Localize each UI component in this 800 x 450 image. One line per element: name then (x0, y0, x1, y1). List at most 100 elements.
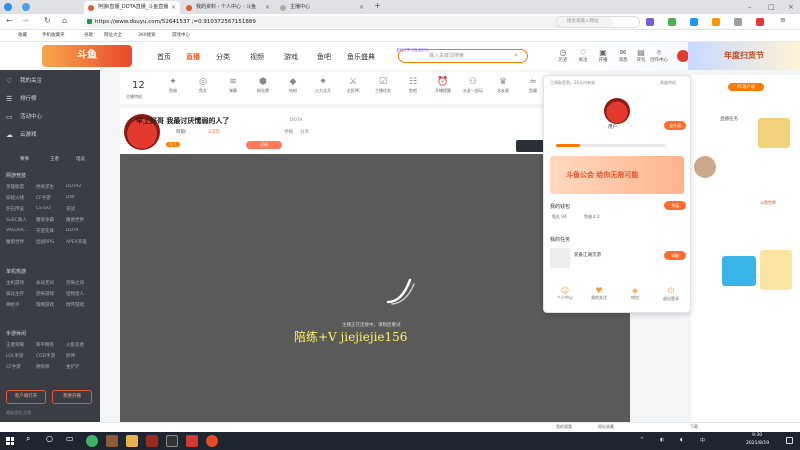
home-icon[interactable]: ⌂ (62, 16, 67, 25)
tab-streamer-center[interactable]: 主播中心 × (276, 1, 368, 14)
forward-icon[interactable]: → (22, 16, 29, 25)
reload-icon[interactable]: ↻ (44, 16, 51, 25)
notification-icon[interactable] (786, 437, 793, 444)
status-bookmark-link[interactable]: 网址收藏 (598, 424, 614, 430)
close-window-icon[interactable]: × (788, 0, 794, 14)
taskbar-app-game-icon[interactable] (106, 435, 118, 447)
sidebar-category-link[interactable]: 和平精英 (36, 342, 64, 348)
nav-home[interactable]: 首页 (157, 52, 171, 62)
sidebar-category-link[interactable]: 魔兽世界 (6, 239, 34, 245)
shortcut-esp[interactable]: 电竞 (76, 156, 85, 162)
search-icon[interactable]: ⌕ (26, 434, 30, 444)
sidebar-category-link[interactable]: 金铲铲 (66, 364, 94, 370)
nav-live[interactable]: 直播 (186, 52, 200, 62)
task-claim-button[interactable]: 领取 (664, 251, 686, 260)
rail-streamer-avatar[interactable] (694, 156, 716, 178)
douyu-logo[interactable]: 斗鱼 (42, 45, 132, 67)
rail-gift-icon[interactable] (760, 250, 792, 290)
tray-volume-icon[interactable]: ◖ (680, 437, 683, 443)
nav-fishbar[interactable]: 鱼吧 (317, 52, 331, 62)
sidebar-category-link[interactable]: 穿越火线 (6, 195, 34, 201)
browser-search-input[interactable]: 搜索或输入网址 (556, 16, 640, 28)
sidebar-category-link[interactable]: 怪物猎人 (66, 291, 94, 297)
sidebar-category-link[interactable]: CF手游 (6, 364, 34, 370)
sidebar-item-ranking[interactable]: ☰ 排行榜 (0, 90, 100, 108)
sidebar-category-link[interactable]: VALORA... (6, 228, 34, 233)
panel-avatar[interactable] (604, 98, 630, 124)
extension-icon[interactable] (646, 18, 654, 26)
sidebar-category-link[interactable]: 情怀游戏 (66, 302, 94, 308)
recharge-button[interactable]: 充值 (664, 201, 686, 210)
sidebar-category-link[interactable]: 骑兵生存 (6, 291, 34, 297)
task-view-icon[interactable]: ▭ (66, 434, 74, 443)
sidebar-category-link[interactable]: COD手游 (36, 353, 64, 359)
menu-icon[interactable]: ≡ (780, 16, 786, 24)
taskbar-app-douyu-icon[interactable] (206, 435, 218, 447)
sidebar-category-link[interactable]: 永劫无间 (36, 280, 64, 286)
close-tab-icon[interactable]: × (265, 1, 270, 14)
sidebar-item-cloudgame[interactable]: ☁ 云游戏 (0, 126, 100, 144)
tray-ime-icon[interactable]: 中 (700, 437, 705, 444)
sidebar-category-link[interactable]: 阴阳师 (36, 364, 64, 370)
streamer-name[interactable]: 阿狼i (176, 129, 186, 135)
report-link[interactable]: 举报 (284, 129, 293, 135)
taskbar-date[interactable]: 2021/8/19 (746, 441, 769, 446)
panel-action-wallet[interactable]: ◈ 钱包 (622, 286, 648, 301)
level-up-button[interactable]: 去升级 (664, 121, 686, 130)
sidebar-category-link[interactable]: CF手游 (36, 195, 64, 201)
bookmark-item[interactable]: 360搜索 (138, 32, 156, 40)
extension-icon[interactable] (690, 18, 698, 26)
sidebar-section-title[interactable]: 手游休闲 (6, 330, 26, 337)
cortana-icon[interactable]: ○ (46, 434, 53, 443)
privilege-item[interactable]: ⏰ 开播提醒 (430, 77, 456, 94)
rail-game-icon[interactable] (722, 256, 756, 286)
header-event-banner[interactable]: 年度扫货节 (688, 42, 800, 70)
rail-ad-label[interactable]: 斗鱼世界 (760, 200, 776, 206)
sidebar-category-link[interactable]: DNF (66, 195, 94, 200)
nav-games[interactable]: 游戏 (284, 52, 298, 62)
guild-promo-banner[interactable]: 斗鱼公会 给你无限可能 (550, 156, 684, 194)
start-live-button[interactable]: 我要开播 (52, 390, 92, 404)
extension-icon[interactable] (734, 18, 742, 26)
sidebar-category-link[interactable]: 王者荣耀 (6, 342, 34, 348)
bookmark-item[interactable]: 网址大全 (104, 32, 122, 40)
privilege-item[interactable]: ✷ 火力全开 (310, 77, 336, 94)
creator-center-button[interactable]: ⌾ 创作中心 (648, 48, 670, 63)
bookmark-item[interactable]: 游戏中心 (172, 32, 190, 40)
sidebar-category-link[interactable]: 策略游戏 (36, 302, 64, 308)
tray-network-icon[interactable]: ◐ (660, 437, 664, 443)
status-download-link[interactable]: 下载 (690, 424, 698, 430)
privilege-item[interactable]: ≋ 弹幕 (220, 77, 246, 94)
extension-icon[interactable] (756, 18, 764, 26)
status-watch-link[interactable]: 我的观看 (556, 424, 572, 430)
taskbar-time[interactable]: 9:30 (752, 433, 762, 438)
history-button[interactable]: ◷ 历史 (552, 48, 574, 63)
shortcut-kog[interactable]: 王者 (50, 156, 59, 162)
extension-icon[interactable] (668, 18, 676, 26)
nav-video[interactable]: 视频 (250, 52, 264, 62)
close-tab-icon[interactable]: × (171, 1, 176, 14)
privilege-item[interactable]: ⬢ 粉丝牌 (250, 77, 276, 94)
site-search-input[interactable]: 输入关键词搜索 (398, 49, 528, 63)
follow-button[interactable]: ♡ 关注 (572, 48, 594, 63)
panel-vip-link[interactable]: 贵族特权 (660, 80, 676, 86)
back-icon[interactable]: ← (6, 16, 13, 25)
taskbar-app-obs-icon[interactable] (166, 435, 178, 447)
shortcut-esports[interactable]: 赛事 (20, 156, 29, 162)
maximize-icon[interactable]: □ (768, 0, 775, 14)
url-input[interactable]: https://www.douyu.com/52641537 ;=0.91037… (83, 16, 613, 28)
subscribe-button[interactable]: 订阅 (246, 141, 282, 149)
bookmark-item[interactable]: 谷歌 (84, 32, 93, 40)
new-tab-button[interactable]: + (374, 1, 381, 10)
sidebar-category-link[interactable]: 魔兽世界 (66, 217, 94, 223)
open-client-button[interactable]: 客户端打开 (6, 390, 46, 404)
sidebar-category-link[interactable]: 恐怖之间 (66, 280, 94, 286)
sidebar-category-link[interactable]: 火影忍者 (66, 342, 94, 348)
browser-tools-icon[interactable] (22, 3, 30, 11)
windows-icon[interactable] (6, 437, 14, 445)
bookmark-item[interactable]: 手机收藏夹 (42, 32, 65, 40)
sidebar-category-link[interactable]: 炉石传说 (6, 206, 34, 212)
privilege-item[interactable]: ✦ 鱼翅 (160, 77, 186, 94)
privilege-item[interactable]: ♛ 水友赛 (490, 77, 516, 94)
share-link[interactable]: 分享 (300, 129, 309, 135)
